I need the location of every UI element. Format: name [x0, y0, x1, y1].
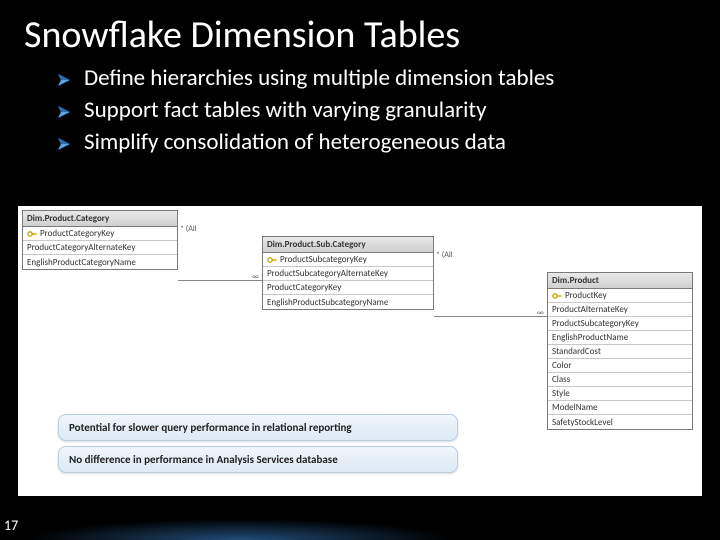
table-row: ProductCategoryAlternateKey [23, 241, 177, 255]
bullet-icon [58, 138, 70, 150]
column-name: ProductSubcategoryKey [280, 254, 367, 265]
decorative-glow [0, 496, 720, 540]
column-name: SafetyStockLevel [552, 417, 613, 428]
key-icon [552, 292, 562, 300]
all-columns-marker: * (All [180, 224, 197, 234]
column-name: ProductSubcategoryKey [552, 318, 639, 329]
table-header: Dim.Product.Sub.Category [263, 237, 433, 253]
column-name: ProductAlternateKey [552, 304, 628, 315]
relationship-cardinality: ∞ [252, 272, 259, 282]
table-row: StandardCost [548, 345, 692, 359]
table-row: EnglishProductSubcategoryName [263, 295, 433, 309]
table-row: ProductSubcategoryAlternateKey [263, 267, 433, 281]
table-row: Color [548, 359, 692, 373]
table-row: ProductKey [548, 289, 692, 303]
key-icon [27, 230, 37, 238]
table-row: EnglishProductCategoryName [23, 255, 177, 269]
column-name: Color [552, 360, 572, 371]
column-name: ProductCategoryAlternateKey [27, 242, 135, 253]
column-name: ProductSubcategoryAlternateKey [267, 268, 388, 279]
bullet-text: Simplify consolidation of heterogeneous … [84, 128, 506, 158]
column-name: ProductCategoryKey [40, 228, 114, 239]
list-item: Define hierarchies using multiple dimens… [58, 64, 720, 94]
callout-performance-analysis: No difference in performance in Analysis… [58, 446, 458, 473]
table-row: ProductSubcategoryKey [548, 317, 692, 331]
bullet-icon [58, 106, 70, 118]
bullet-list: Define hierarchies using multiple dimens… [58, 64, 720, 158]
table-row: ProductSubcategoryKey [263, 253, 433, 267]
column-name: Style [552, 388, 570, 399]
column-name: EnglishProductName [552, 332, 628, 343]
column-name: EnglishProductCategoryName [27, 257, 136, 268]
relationship-line [178, 280, 262, 281]
list-item: Support fact tables with varying granula… [58, 96, 720, 126]
table-row: Style [548, 387, 692, 401]
table-header: Dim.Product.Category [23, 211, 177, 227]
page-number: 17 [4, 517, 18, 534]
list-item: Simplify consolidation of heterogeneous … [58, 128, 720, 158]
column-name: Class [552, 374, 570, 385]
column-name: ProductCategoryKey [267, 282, 341, 293]
table-dim-product-category: Dim.Product.Category ProductCategoryKey … [22, 210, 178, 270]
schema-diagram: Dim.Product.Category ProductCategoryKey … [18, 206, 702, 496]
table-dim-product: Dim.Product ProductKey ProductAlternateK… [547, 272, 693, 430]
relationship-cardinality: ∞ [537, 308, 544, 318]
bullet-text: Support fact tables with varying granula… [84, 96, 487, 126]
all-columns-marker: * (All [436, 250, 453, 260]
slide-title: Snowflake Dimension Tables [0, 0, 720, 58]
callout-performance-relational: Potential for slower query performance i… [58, 414, 458, 441]
relationship-line [434, 316, 547, 317]
bullet-text: Define hierarchies using multiple dimens… [84, 64, 554, 94]
table-row: SafetyStockLevel [548, 415, 692, 429]
table-row: ProductAlternateKey [548, 303, 692, 317]
bullet-icon [58, 74, 70, 86]
column-name: StandardCost [552, 346, 601, 357]
key-icon [267, 256, 277, 264]
table-row: EnglishProductName [548, 331, 692, 345]
column-name: EnglishProductSubcategoryName [267, 297, 388, 308]
table-row: Class [548, 373, 692, 387]
table-row: ProductCategoryKey [263, 281, 433, 295]
table-header: Dim.Product [548, 273, 692, 289]
column-name: ProductKey [565, 290, 607, 301]
table-dim-product-subcategory: Dim.Product.Sub.Category ProductSubcateg… [262, 236, 434, 310]
table-row: ModelName [548, 401, 692, 415]
column-name: ModelName [552, 402, 598, 413]
table-row: ProductCategoryKey [23, 227, 177, 241]
